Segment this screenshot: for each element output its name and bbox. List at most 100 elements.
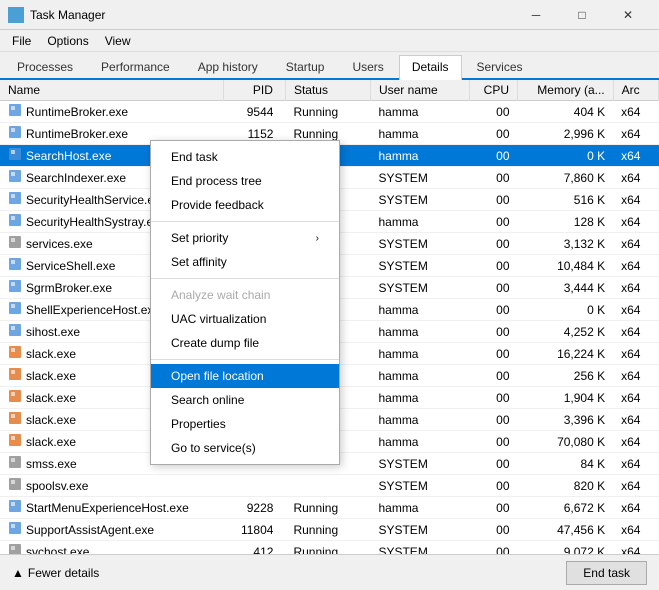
process-icon [8, 521, 22, 538]
col-header-memory[interactable]: Memory (a... [518, 80, 614, 101]
process-name-text: svchost.exe [26, 545, 89, 555]
process-name-text: ShellExperienceHost.exe [26, 303, 160, 317]
process-name-cell: StartMenuExperienceHost.exe [0, 497, 223, 519]
process-arc: x64 [613, 365, 658, 387]
process-memory: 7,860 K [518, 167, 614, 189]
col-header-name[interactable]: Name [0, 80, 223, 101]
process-icon [8, 323, 22, 340]
process-cpu: 00 [470, 167, 518, 189]
process-cpu: 00 [470, 453, 518, 475]
process-memory: 1,904 K [518, 387, 614, 409]
table-row[interactable]: StartMenuExperienceHost.exe 9228 Running… [0, 497, 659, 519]
tab-bar: ProcessesPerformanceApp historyStartupUs… [0, 52, 659, 80]
col-header-arc[interactable]: Arc [613, 80, 658, 101]
process-icon [8, 147, 22, 164]
close-button[interactable]: ✕ [605, 0, 651, 30]
process-cpu: 00 [470, 387, 518, 409]
menu-item-options[interactable]: Options [39, 32, 96, 50]
process-arc: x64 [613, 541, 658, 555]
tab-performance[interactable]: Performance [88, 55, 183, 78]
fewer-details-button[interactable]: ▲ Fewer details [12, 566, 99, 580]
process-memory: 47,456 K [518, 519, 614, 541]
process-cpu: 00 [470, 101, 518, 123]
process-memory: 820 K [518, 475, 614, 497]
col-header-status[interactable]: Status [285, 80, 370, 101]
process-icon [8, 191, 22, 208]
process-icon [8, 103, 22, 120]
process-memory: 404 K [518, 101, 614, 123]
process-memory: 0 K [518, 145, 614, 167]
process-name-text: StartMenuExperienceHost.exe [26, 501, 189, 515]
process-user: hamma [370, 211, 469, 233]
context-menu-separator [151, 221, 339, 222]
process-arc: x64 [613, 123, 658, 145]
menu-item-file[interactable]: File [4, 32, 39, 50]
tab-processes[interactable]: Processes [4, 55, 86, 78]
context-menu-item-uac-virtualization[interactable]: UAC virtualization [151, 307, 339, 331]
process-icon [8, 257, 22, 274]
process-arc: x64 [613, 321, 658, 343]
process-user: hamma [370, 123, 469, 145]
process-memory: 128 K [518, 211, 614, 233]
context-menu-item-create-dump-file[interactable]: Create dump file [151, 331, 339, 355]
minimize-button[interactable]: ─ [513, 0, 559, 30]
context-menu-item-set-affinity[interactable]: Set affinity [151, 250, 339, 274]
context-menu-label: Search online [171, 393, 244, 407]
process-user: hamma [370, 299, 469, 321]
context-menu-item-set-priority[interactable]: Set priority› [151, 226, 339, 250]
process-cpu: 00 [470, 475, 518, 497]
context-menu-label: Properties [171, 417, 226, 431]
process-arc: x64 [613, 475, 658, 497]
context-menu-item-search-online[interactable]: Search online [151, 388, 339, 412]
process-name-text: slack.exe [26, 391, 76, 405]
process-cpu: 00 [470, 299, 518, 321]
context-menu: End taskEnd process treeProvide feedback… [150, 140, 340, 465]
process-cpu: 00 [470, 211, 518, 233]
process-cpu: 00 [470, 497, 518, 519]
table-row[interactable]: spoolsv.exe SYSTEM 00 820 K x64 [0, 475, 659, 497]
process-name-text: ServiceShell.exe [26, 259, 115, 273]
process-name-text: services.exe [26, 237, 93, 251]
table-row[interactable]: SupportAssistAgent.exe 11804 Running SYS… [0, 519, 659, 541]
tab-app-history[interactable]: App history [185, 55, 271, 78]
process-arc: x64 [613, 453, 658, 475]
context-menu-item-end-task[interactable]: End task [151, 145, 339, 169]
fewer-details-label: Fewer details [28, 566, 99, 580]
process-name-text: SgrmBroker.exe [26, 281, 112, 295]
col-header-pid[interactable]: PID [223, 80, 285, 101]
col-header-cpu[interactable]: CPU [470, 80, 518, 101]
maximize-button[interactable]: □ [559, 0, 605, 30]
process-memory: 84 K [518, 453, 614, 475]
process-memory: 3,444 K [518, 277, 614, 299]
process-user: SYSTEM [370, 189, 469, 211]
tab-startup[interactable]: Startup [273, 55, 338, 78]
process-name-text: SearchIndexer.exe [26, 171, 126, 185]
context-menu-item-provide-feedback[interactable]: Provide feedback [151, 193, 339, 217]
process-status: Running [285, 541, 370, 555]
process-user: hamma [370, 365, 469, 387]
menu-item-view[interactable]: View [97, 32, 139, 50]
process-cpu: 00 [470, 123, 518, 145]
tab-users[interactable]: Users [339, 55, 396, 78]
process-arc: x64 [613, 145, 658, 167]
process-icon [8, 543, 22, 554]
table-row[interactable]: RuntimeBroker.exe 9544 Running hamma 00 … [0, 101, 659, 123]
table-header: Name PID Status User name CPU Memory (a.… [0, 80, 659, 101]
table-row[interactable]: svchost.exe 412 Running SYSTEM 00 9,072 … [0, 541, 659, 555]
context-menu-item-open-file-location[interactable]: Open file location [151, 364, 339, 388]
process-name-text: SearchHost.exe [26, 149, 111, 163]
tab-services[interactable]: Services [464, 55, 536, 78]
process-user: SYSTEM [370, 519, 469, 541]
process-cpu: 00 [470, 409, 518, 431]
process-name-text: slack.exe [26, 413, 76, 427]
col-header-user[interactable]: User name [370, 80, 469, 101]
end-task-button[interactable]: End task [566, 561, 647, 585]
process-arc: x64 [613, 519, 658, 541]
tab-details[interactable]: Details [399, 55, 462, 80]
process-pid [223, 475, 285, 497]
context-menu-item-go-to-service(s)[interactable]: Go to service(s) [151, 436, 339, 460]
context-menu-item-end-process-tree[interactable]: End process tree [151, 169, 339, 193]
context-menu-item-properties[interactable]: Properties [151, 412, 339, 436]
process-icon [8, 213, 22, 230]
process-user: hamma [370, 431, 469, 453]
